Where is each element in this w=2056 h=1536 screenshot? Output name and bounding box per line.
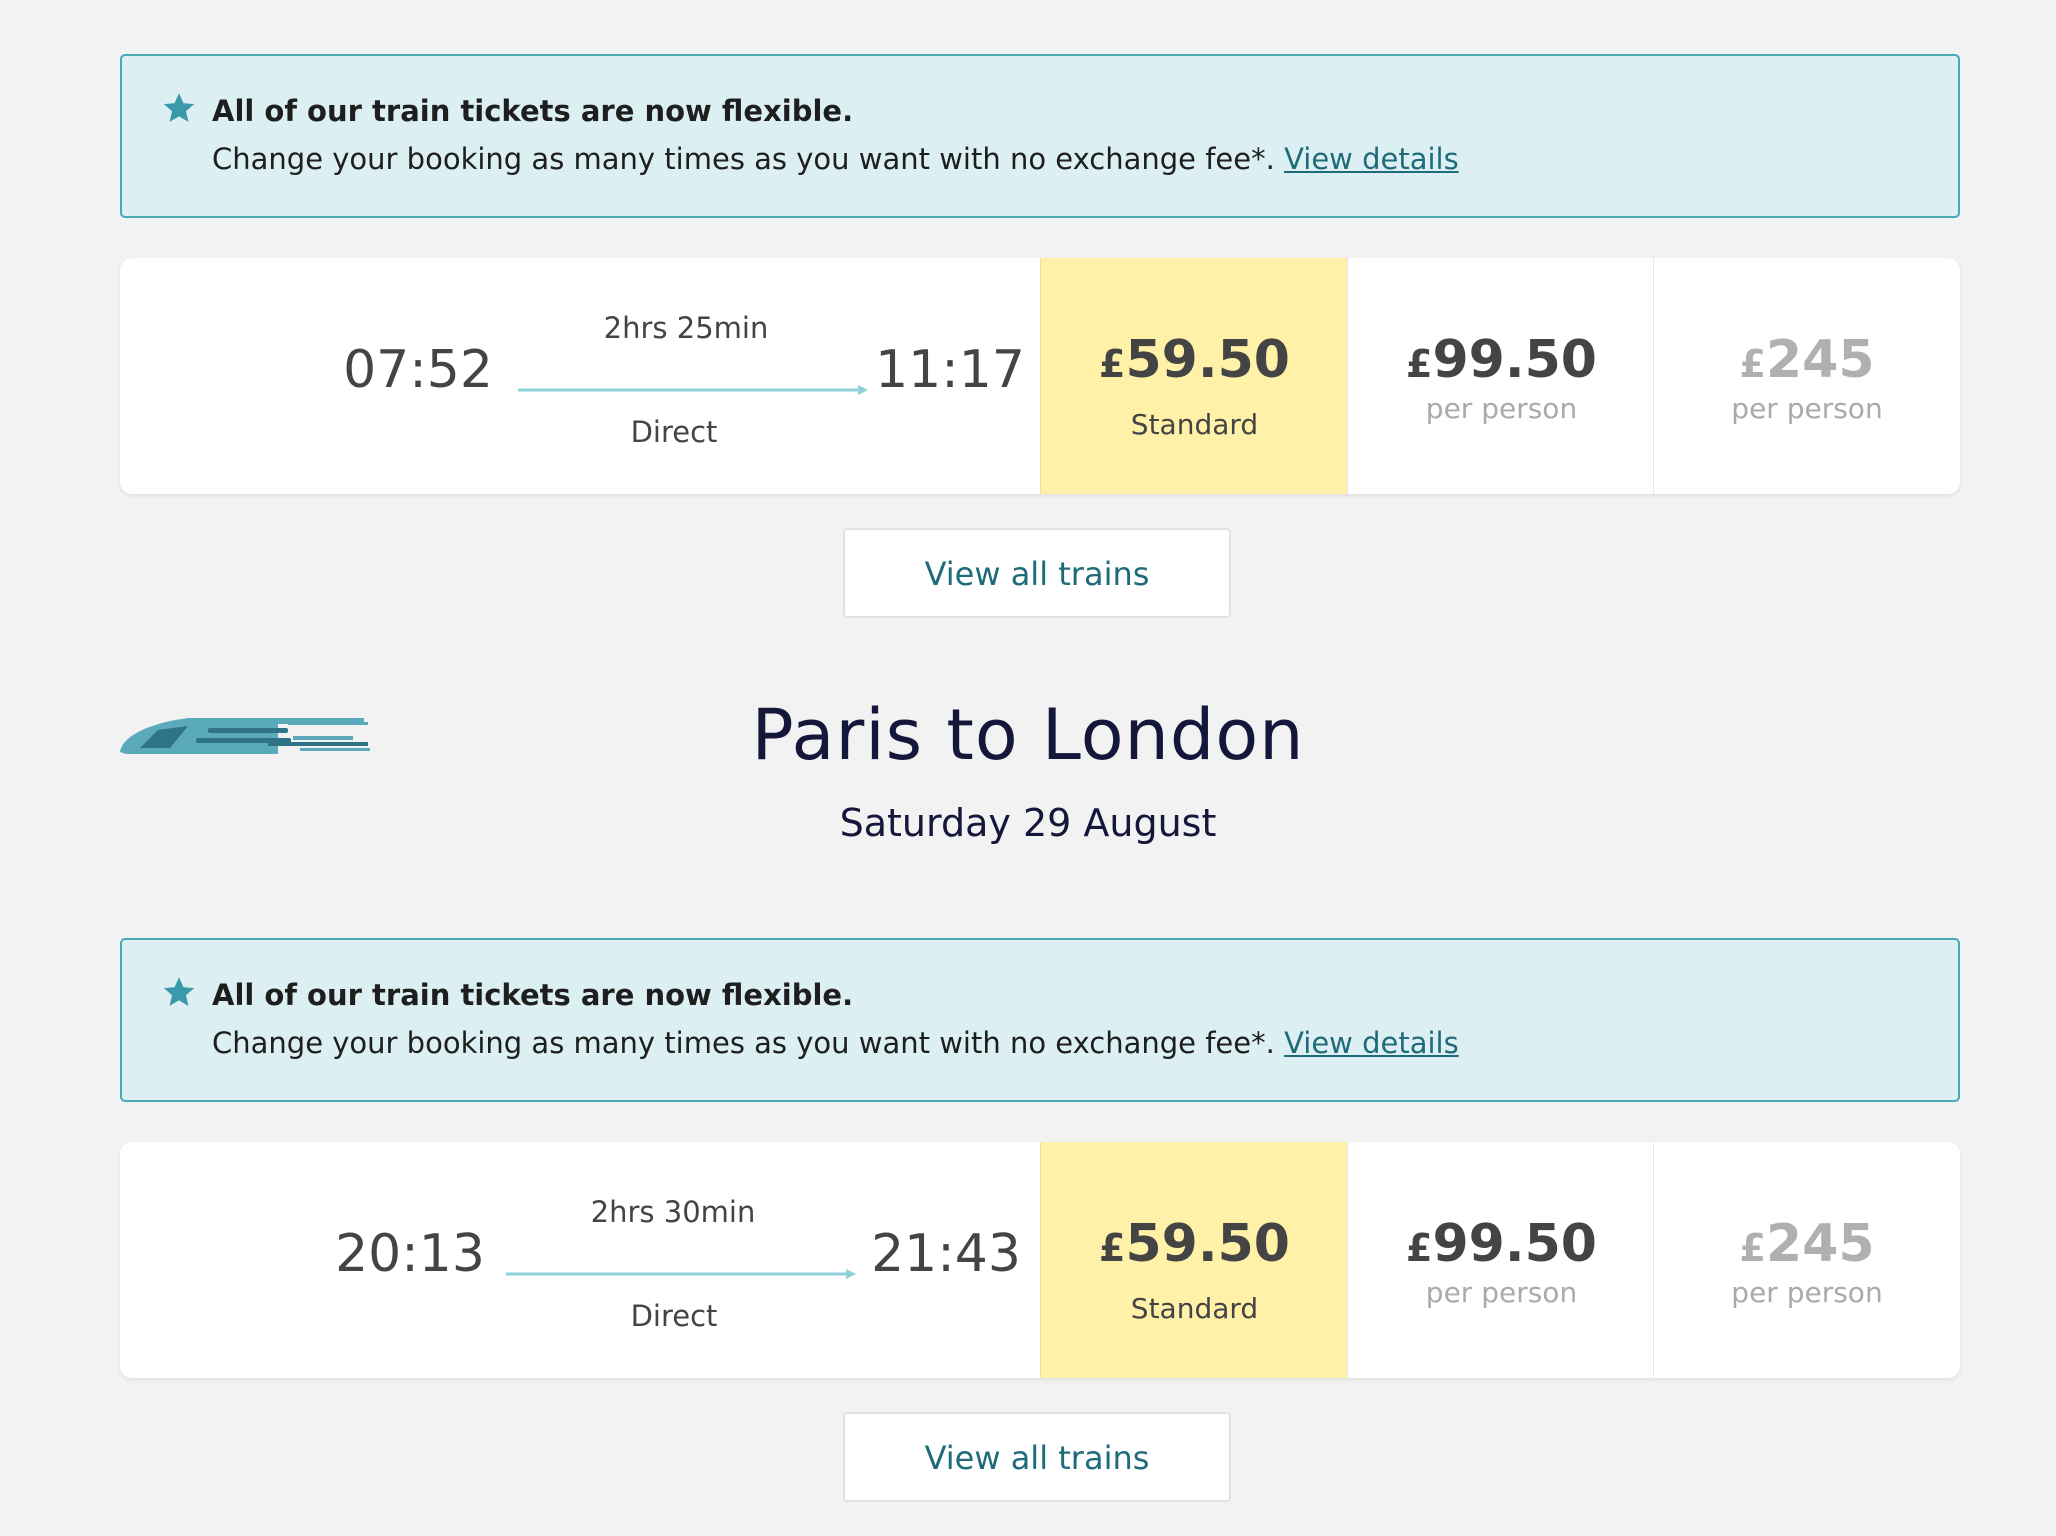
notice-body-text: Change your booking as many times as you… <box>212 1026 1275 1060</box>
fare-business-premier[interactable]: £245 per person <box>1653 1142 1960 1378</box>
journey-stops: Direct <box>630 415 718 449</box>
star-icon <box>163 977 195 1006</box>
fare-label: per person <box>1731 392 1883 425</box>
train-result-card[interactable]: 20:13 2hrs 30min Direct 21:43 £59.50 Sta… <box>120 1142 1960 1378</box>
departure-time: 20:13 <box>335 1224 485 1284</box>
fare-label: Standard <box>1130 1292 1259 1325</box>
notice-body-text: Change your booking as many times as you… <box>212 142 1275 176</box>
fare-price: £245 <box>1739 1214 1875 1274</box>
fare-price: £59.50 <box>1099 330 1290 390</box>
journey-info: 07:52 2hrs 25min Direct 11:17 <box>120 258 1040 494</box>
arrival-time: 21:43 <box>871 1224 1021 1284</box>
train-result-card[interactable]: 07:52 2hrs 25min Direct 11:17 £59.50 Sta… <box>120 258 1960 494</box>
fare-price: £99.50 <box>1406 330 1597 390</box>
notice-body: Change your booking as many times as you… <box>212 1026 1459 1060</box>
journey-stops: Direct <box>630 1299 718 1333</box>
journey-info: 20:13 2hrs 30min Direct 21:43 <box>120 1142 1040 1378</box>
departure-time: 07:52 <box>343 340 493 400</box>
fare-price: £59.50 <box>1099 1214 1290 1274</box>
notice-title: All of our train tickets are now flexibl… <box>212 94 854 128</box>
flexible-notice: All of our train tickets are now flexibl… <box>120 54 1960 218</box>
fare-label: per person <box>1425 1276 1578 1309</box>
journey-arrow-icon <box>518 385 868 395</box>
view-details-link[interactable]: View details <box>1284 1026 1459 1060</box>
fare-price: £245 <box>1739 330 1875 390</box>
journey-arrow-icon <box>506 1269 856 1279</box>
fare-label: Standard <box>1130 408 1259 441</box>
notice-title: All of our train tickets are now flexibl… <box>212 978 854 1012</box>
route-date: Saturday 29 August <box>839 801 1217 845</box>
fare-price: £99.50 <box>1406 1214 1597 1274</box>
fare-label: per person <box>1425 392 1578 425</box>
arrival-time: 11:17 <box>875 340 1025 400</box>
journey-duration: 2hrs 25min <box>603 311 769 345</box>
view-all-trains-button[interactable]: View all trains <box>843 528 1231 618</box>
fare-standard[interactable]: £59.50 Standard <box>1040 1142 1348 1378</box>
journey-duration: 2hrs 30min <box>590 1195 756 1229</box>
view-details-link[interactable]: View details <box>1284 142 1459 176</box>
star-icon <box>163 93 195 122</box>
notice-body: Change your booking as many times as you… <box>212 142 1459 176</box>
fare-standard-premier[interactable]: £99.50 per person <box>1347 1142 1655 1378</box>
route-title: Paris to London <box>751 694 1305 776</box>
flexible-notice: All of our train tickets are now flexibl… <box>120 938 1960 1102</box>
view-all-trains-button[interactable]: View all trains <box>843 1412 1231 1502</box>
fare-standard-premier[interactable]: £99.50 per person <box>1347 258 1655 494</box>
fare-label: per person <box>1731 1276 1883 1309</box>
fare-business-premier[interactable]: £245 per person <box>1653 258 1960 494</box>
fare-standard[interactable]: £59.50 Standard <box>1040 258 1348 494</box>
